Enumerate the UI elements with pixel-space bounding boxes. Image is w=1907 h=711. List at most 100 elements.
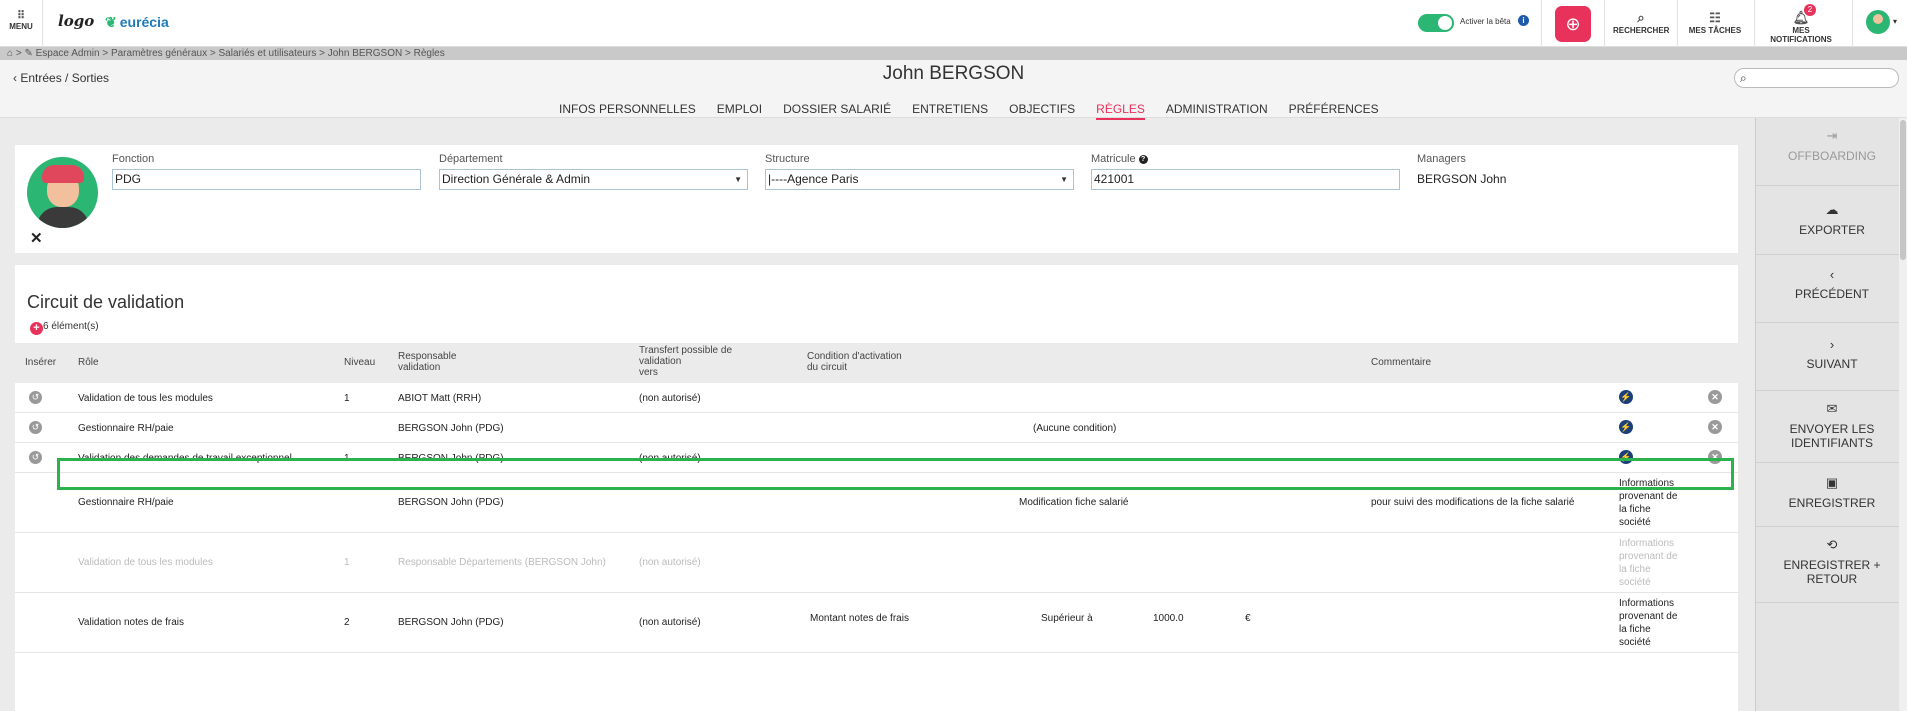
element-count: +6 élément(s)	[30, 321, 99, 335]
avatar-hair	[42, 165, 84, 183]
departement-field: Département Direction Générale & Admin ▼	[439, 153, 748, 190]
remove-photo-icon[interactable]: ✕	[30, 229, 43, 247]
help-icon[interactable]: ?	[1138, 155, 1148, 164]
user-avatar[interactable]	[1866, 10, 1890, 34]
tab-administration[interactable]: ADMINISTRATION	[1166, 102, 1268, 120]
save-return-label: ENREGISTRER +	[1783, 558, 1881, 572]
tasks-button[interactable]: ☷ MES TÂCHES	[1685, 10, 1745, 35]
export-label: EXPORTER	[1799, 223, 1865, 237]
bell-icon: 🔔︎	[1792, 10, 1810, 25]
cell-responsable: BERGSON John (PDG)	[398, 497, 504, 508]
send-credentials-button[interactable]: ✉ ENVOYER LES IDENTIFIANTS	[1756, 391, 1907, 463]
beta-toggle[interactable]	[1418, 14, 1454, 32]
insert-row-icon[interactable]: ↺	[29, 451, 42, 464]
circuit-card: Circuit de validation +6 élément(s) Insé…	[15, 265, 1738, 711]
tab-emploi[interactable]: EMPLOI	[717, 102, 762, 120]
profile-card: ✕ Fonction PDG Département Direction Gén…	[15, 145, 1738, 253]
next-button[interactable]: › SUIVANT	[1756, 323, 1907, 391]
tab-preferences[interactable]: PRÉFÉRENCES	[1289, 102, 1379, 120]
brand-logo[interactable]: ❦ eurécia	[105, 14, 169, 31]
selected-row-highlight	[57, 458, 1734, 490]
divider	[42, 0, 43, 47]
top-bar: ⠿ MENU logo ❦ eurécia Activer la bêta i ⊕…	[0, 0, 1907, 47]
table-row[interactable]: ↺ Validation de tous les modules 1 ABIOT…	[15, 383, 1738, 413]
caret-down-icon[interactable]: ▾	[1893, 17, 1897, 26]
previous-button[interactable]: ‹ PRÉCÉDENT	[1756, 255, 1907, 323]
scrollbar-thumb[interactable]	[1900, 120, 1906, 260]
fonction-field: Fonction PDG	[112, 153, 421, 190]
scrollbar[interactable]	[1899, 118, 1907, 711]
search-label: RECHERCHER	[1613, 26, 1670, 35]
lightning-icon[interactable]: ⚡	[1619, 390, 1633, 404]
insert-row-icon[interactable]: ↺	[29, 391, 42, 404]
next-label: SUIVANT	[1806, 357, 1858, 371]
home-icon[interactable]: ⌂	[7, 48, 13, 59]
structure-label: Structure	[765, 153, 810, 165]
table-row[interactable]: Validation de tous les modules 1 Respons…	[15, 533, 1738, 593]
tab-objectifs[interactable]: OBJECTIFS	[1009, 102, 1075, 120]
structure-value: |----Agence Paris	[768, 172, 859, 186]
chevron-left-icon: ‹	[1829, 267, 1835, 282]
search-button[interactable]: ⌕ RECHERCHER	[1613, 10, 1669, 35]
offboarding-button[interactable]: ⇥ OFFBOARDING	[1756, 118, 1907, 186]
lightning-icon[interactable]: ⚡	[1619, 420, 1633, 434]
col-transfert: Transfert possible de validation vers	[639, 345, 732, 378]
search-input[interactable]: ⌕	[1734, 68, 1899, 88]
cell-role: Validation de tous les modules	[78, 393, 213, 404]
cell-niveau: 1	[344, 557, 350, 568]
matricule-label-row: Matricule ?	[1091, 153, 1400, 166]
structure-select[interactable]: |----Agence Paris ▼	[765, 169, 1074, 190]
delete-row-icon[interactable]: ✕	[1708, 390, 1722, 404]
company-logo[interactable]: logo	[58, 12, 94, 30]
save-button[interactable]: ▣ ENREGISTRER	[1756, 463, 1907, 527]
count-text: 6 élément(s)	[43, 321, 99, 332]
fonction-label: Fonction	[112, 153, 155, 165]
col-responsable-line: Responsable	[398, 351, 457, 362]
col-commentaire: Commentaire	[1371, 357, 1432, 368]
wrench-icon: ✎	[24, 48, 33, 59]
cell-condition: Montant notes de frais	[810, 613, 909, 624]
save-return-icon: ⟲	[1826, 537, 1838, 552]
tab-regles[interactable]: RÈGLES	[1096, 102, 1145, 120]
add-circle-icon[interactable]: +	[30, 322, 43, 335]
dropdown-arrow-icon: ▼	[1060, 175, 1068, 184]
tab-entretiens[interactable]: ENTRETIENS	[912, 102, 988, 120]
actions-panel: ⇥ OFFBOARDING ☁ EXPORTER ‹ PRÉCÉDENT › S…	[1755, 118, 1907, 711]
notifications-button[interactable]: 🔔︎ MES NOTIFICATIONS	[1761, 10, 1841, 44]
cell-role: Validation notes de frais	[78, 617, 184, 628]
tab-bar: INFOS PERSONNELLES EMPLOI DOSSIER SALARIÉ E…	[559, 100, 1400, 120]
managers-label: Managers	[1417, 153, 1466, 165]
delete-row-icon[interactable]: ✕	[1708, 420, 1722, 434]
dropdown-arrow-icon: ▼	[734, 175, 742, 184]
breadcrumb-path[interactable]: Espace Admin > Paramètres généraux > Sal…	[36, 48, 445, 59]
table-header: Insérer Rôle Niveau Responsable validatio…	[15, 343, 1738, 383]
col-transfert-line: vers	[639, 367, 658, 378]
tab-infos-personnelles[interactable]: INFOS PERSONNELLES	[559, 102, 696, 120]
employee-avatar[interactable]	[27, 157, 98, 228]
insert-row-icon[interactable]: ↺	[29, 421, 42, 434]
managers-value[interactable]: BERGSON John	[1417, 172, 1617, 186]
previous-label: PRÉCÉDENT	[1794, 287, 1869, 301]
info-line: Informations	[1619, 538, 1675, 549]
matricule-input[interactable]: 421001	[1091, 169, 1400, 190]
info-icon[interactable]: i	[1518, 15, 1529, 26]
brand-name: eurécia	[119, 14, 169, 30]
tab-dossier-salarie[interactable]: DOSSIER SALARIÉ	[783, 102, 891, 120]
quick-add-button[interactable]: ⊕	[1555, 6, 1591, 42]
fonction-input[interactable]: PDG	[112, 169, 421, 190]
cell-responsable: Responsable Départements (BERGSON John)	[398, 557, 606, 568]
matricule-label: Matricule	[1091, 153, 1136, 165]
envelope-icon: ✉	[1826, 401, 1838, 416]
send-credentials-label: ENVOYER LES	[1789, 422, 1875, 436]
cloud-upload-icon: ☁	[1825, 202, 1839, 217]
export-button[interactable]: ☁ EXPORTER	[1756, 186, 1907, 255]
leaf-icon: ❦	[105, 14, 117, 30]
menu-button[interactable]: ⠿ MENU	[9, 10, 33, 31]
table-row[interactable]: ↺ Gestionnaire RH/paie BERGSON John (PDG…	[15, 413, 1738, 443]
table-row[interactable]: Validation notes de frais 2 BERGSON John…	[15, 593, 1738, 653]
cell-niveau: 2	[344, 617, 350, 628]
save-return-button[interactable]: ⟲ ENREGISTRER + RETOUR	[1756, 527, 1907, 603]
departement-label: Département	[439, 153, 503, 165]
cell-transfert: (non autorisé)	[639, 557, 701, 568]
departement-select[interactable]: Direction Générale & Admin ▼	[439, 169, 748, 190]
